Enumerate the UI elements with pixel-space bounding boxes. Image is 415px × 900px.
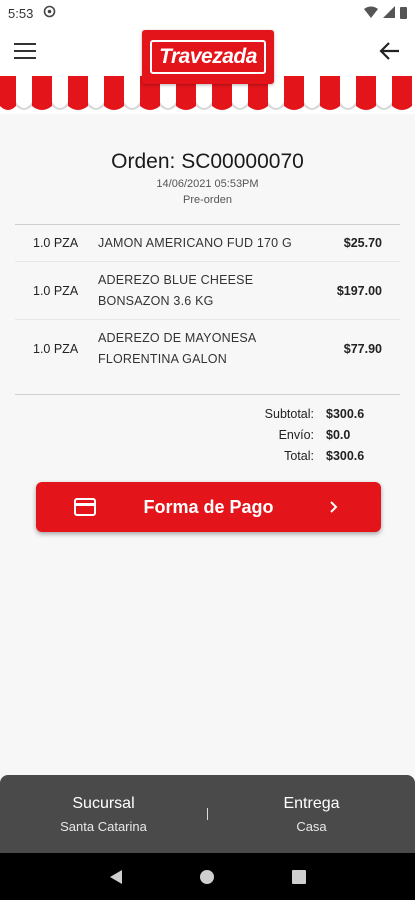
- wifi-icon: [364, 6, 378, 21]
- bottom-info-bar: Sucursal Santa Catarina Entrega Casa: [0, 775, 415, 853]
- chevron-right-icon: [330, 501, 338, 513]
- branch-selector[interactable]: Sucursal Santa Catarina: [0, 775, 207, 853]
- shipping-value: $0.0: [326, 427, 351, 442]
- total-row: Total: $300.6: [15, 445, 400, 466]
- order-items-list: 1.0 PZA JAMON AMERICANO FUD 170 G $25.70…: [15, 225, 400, 378]
- list-item: 1.0 PZA ADEREZO BLUE CHEESE BONSAZON 3.6…: [15, 262, 400, 320]
- credit-card-icon: [74, 498, 96, 516]
- item-price: $197.00: [336, 283, 382, 298]
- logo-text: Travezada: [150, 40, 266, 74]
- delivery-selector[interactable]: Entrega Casa: [208, 775, 415, 853]
- item-name: ADEREZO BLUE CHEESE BONSAZON 3.6 KG: [98, 272, 254, 308]
- list-item: 1.0 PZA JAMON AMERICANO FUD 170 G $25.70: [15, 225, 400, 262]
- app-header: Travezada: [0, 26, 415, 114]
- system-nav-bar: [0, 853, 415, 900]
- item-quantity: 1.0 PZA: [33, 236, 79, 250]
- order-status: Pre-orden: [183, 194, 232, 206]
- subtotal-label: Subtotal:: [264, 406, 314, 421]
- signal-icon: [383, 5, 395, 21]
- subtotal-value: $300.6: [326, 406, 365, 421]
- item-price: $77.90: [343, 342, 382, 356]
- item-price: $25.70: [343, 236, 382, 250]
- menu-icon[interactable]: [14, 43, 36, 59]
- order-date: 14/06/2021 05:53PM: [156, 178, 259, 190]
- shipping-row: Envío: $0.0: [15, 424, 400, 445]
- list-item: 1.0 PZA ADEREZO DE MAYONESA FLORENTINA G…: [15, 320, 400, 378]
- brand-logo: Travezada: [142, 30, 274, 84]
- item-name: ADEREZO DE MAYONESA FLORENTINA GALON: [98, 331, 256, 366]
- battery-icon: [400, 7, 407, 19]
- order-totals: Subtotal: $300.6 Envío: $0.0 Total: $300…: [15, 403, 400, 466]
- status-time: 5:53: [8, 5, 34, 21]
- subtotal-row: Subtotal: $300.6: [15, 403, 400, 424]
- order-title: Orden: SC00000070: [111, 150, 304, 173]
- order-header: Orden: SC00000070 14/06/2021 05:53PM Pre…: [0, 150, 415, 206]
- total-value: $300.6: [326, 448, 365, 463]
- nav-recents-icon[interactable]: [291, 869, 307, 885]
- nav-home-icon[interactable]: [199, 869, 215, 885]
- item-quantity: 1.0 PZA: [33, 283, 79, 298]
- item-name: JAMON AMERICANO FUD 170 G: [98, 235, 292, 250]
- divider-bottom: [15, 394, 400, 395]
- status-bar: 5:53: [0, 0, 415, 26]
- delivery-value: Casa: [296, 818, 327, 834]
- nav-back-icon[interactable]: [108, 869, 124, 885]
- item-quantity: 1.0 PZA: [33, 342, 79, 356]
- delivery-title: Entrega: [283, 794, 340, 812]
- back-arrow-icon[interactable]: [379, 40, 401, 62]
- payment-method-button[interactable]: Forma de Pago: [36, 482, 381, 532]
- shipping-label: Envío:: [278, 427, 314, 442]
- total-label: Total:: [284, 448, 314, 463]
- branch-title: Sucursal: [72, 794, 135, 812]
- notification-icon: [43, 5, 56, 21]
- branch-value: Santa Catarina: [60, 818, 147, 834]
